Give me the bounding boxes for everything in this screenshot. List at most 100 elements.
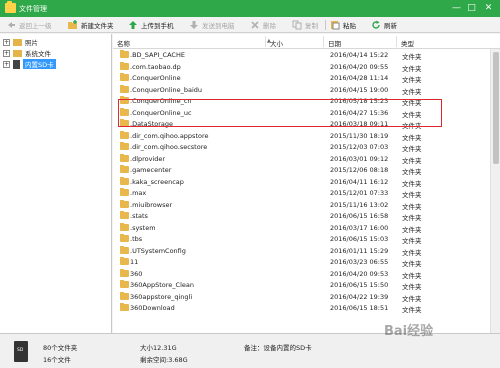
table-row[interactable]: .max 2015/12/01 07:33 文件夹 — [113, 187, 500, 199]
file-date: 2016/04/27 15:36 — [330, 108, 389, 117]
column-divider[interactable] — [265, 36, 266, 47]
scrollbar-thumb[interactable] — [493, 52, 499, 164]
sd-card-icon — [13, 59, 20, 69]
file-type: 文件夹 — [402, 110, 422, 119]
file-name: .DataStorage — [130, 120, 174, 128]
folder-icon — [120, 280, 129, 288]
file-type: 文件夹 — [402, 179, 422, 188]
folder-icon — [120, 165, 129, 173]
folder-icon — [120, 130, 129, 139]
sd-card-icon — [14, 341, 28, 362]
file-type: 文件夹 — [402, 191, 422, 199]
upload-to-phone-button[interactable]: 上传到手机 — [128, 19, 174, 31]
title-bar: 文件管理 — □ ✕ — [0, 0, 500, 17]
copy-button[interactable]: 复制 — [292, 19, 318, 31]
file-type: 文件夹 — [402, 237, 422, 245]
column-type[interactable]: 类型 — [401, 38, 414, 48]
paste-button[interactable]: 粘贴 — [330, 19, 356, 31]
table-row[interactable]: .tbs 2016/06/15 15:03 文件夹 — [113, 233, 500, 245]
expand-icon[interactable]: + — [3, 38, 10, 46]
file-type: 文件夹 — [402, 283, 422, 291]
table-row[interactable]: .system 2016/03/17 16:00 文件夹 — [113, 222, 500, 234]
back-button[interactable]: 返回上一级 — [6, 19, 52, 31]
table-row[interactable]: .UTSystemConfig 2016/01/11 15:29 文件夹 — [113, 245, 500, 257]
file-type: 文件夹 — [402, 260, 422, 268]
column-divider[interactable] — [396, 36, 397, 47]
file-type: 文件夹 — [402, 99, 422, 107]
paste-icon — [330, 20, 340, 30]
toolbar-divider — [325, 20, 326, 30]
table-row[interactable]: .stats 2016/06/15 16:58 文件夹 — [113, 210, 500, 222]
copy-icon — [292, 20, 302, 30]
folder-icon — [120, 245, 129, 254]
table-row[interactable]: .ConquerOnline_uc 2016/04/27 15:36 文件夹 — [113, 107, 500, 119]
file-list: 名称 ▲ 大小 日期 类型 .BD_SAPI_CACHE 2016/04/14 1… — [113, 34, 500, 333]
table-row[interactable]: 360appstore_qingli 2016/04/22 19:39 文件夹 — [113, 291, 500, 303]
table-row[interactable]: 360Download 2016/06/15 18:51 文件夹 — [113, 302, 500, 314]
copy-label: 复制 — [305, 22, 318, 30]
table-row[interactable]: .kaka_screencap 2016/04/11 16:12 文件夹 — [113, 176, 500, 188]
expand-icon[interactable]: + — [3, 60, 10, 68]
back-arrow-icon — [6, 20, 16, 30]
column-header-row: 名称 ▲ 大小 日期 类型 — [113, 34, 500, 49]
table-row[interactable]: .BD_SAPI_CACHE 2016/04/14 15:22 文件夹 — [113, 49, 500, 61]
table-row[interactable]: .ConquerOnline_cn 2016/05/18 15:23 文件夹 — [113, 95, 500, 107]
expand-icon[interactable]: + — [3, 49, 10, 57]
table-row[interactable]: .miuibrowser 2015/11/16 13:02 文件夹 — [113, 199, 500, 211]
send-to-pc-button[interactable]: 发送到电脑 — [189, 19, 235, 31]
table-row[interactable]: 11 2016/03/23 06:55 文件夹 — [113, 256, 500, 268]
refresh-icon — [371, 20, 381, 30]
table-row[interactable]: .dir_com.qihoo.appstore 2015/11/30 18:19 文… — [113, 130, 500, 142]
folder-icon — [120, 211, 129, 219]
folder-count: 80个文件夹 — [43, 344, 78, 352]
minimize-button[interactable]: — — [451, 3, 462, 14]
file-type: 文件夹 — [402, 122, 422, 130]
file-name: 11 — [130, 258, 139, 266]
delete-button[interactable]: 删除 — [250, 19, 276, 31]
table-row[interactable]: .ConquerOnline_baidu 2016/04/15 19:00 文件夹 — [113, 84, 500, 96]
file-date: 2015/12/01 07:33 — [330, 189, 389, 197]
tree-item-system-files[interactable]: + 系统文件 — [3, 48, 51, 58]
file-type: 文件夹 — [402, 156, 422, 165]
tree-item-internal-sd[interactable]: + 内置SD卡 — [3, 59, 56, 69]
window-title: 文件管理 — [19, 5, 47, 13]
file-type: 文件夹 — [402, 53, 422, 61]
new-folder-icon — [68, 20, 78, 30]
file-date: 2016/06/15 15:50 — [330, 281, 389, 289]
refresh-label: 刷新 — [384, 22, 397, 30]
close-button[interactable]: ✕ — [483, 3, 494, 14]
back-label: 返回上一级 — [19, 22, 52, 30]
table-row[interactable]: .dlprovider 2016/03/01 09:12 文件夹 — [113, 153, 500, 165]
file-rows: .BD_SAPI_CACHE 2016/04/14 15:22 文件夹 .com.ta… — [113, 49, 500, 314]
free-space: 剩余空间:3.68G — [140, 356, 188, 364]
file-type: 文件夹 — [402, 87, 422, 96]
column-divider[interactable] — [323, 36, 324, 47]
table-row[interactable]: .dir_com.qihoo.secstore 2015/12/03 07:03 文… — [113, 141, 500, 153]
column-name[interactable]: 名称 — [117, 38, 130, 48]
table-row[interactable]: .gamecenter 2015/12/06 08:18 文件夹 — [113, 164, 500, 176]
file-type: 文件夹 — [402, 306, 422, 314]
refresh-button[interactable]: 刷新 — [371, 19, 397, 31]
file-date: 2015/11/30 18:19 — [330, 131, 389, 140]
table-row[interactable]: 360 2016/04/20 09:53 文件夹 — [113, 268, 500, 280]
table-row[interactable]: .ConquerOnline 2016/04/28 11:14 文件夹 — [113, 72, 500, 84]
file-date: 2016/03/23 06:55 — [330, 258, 389, 266]
new-folder-button[interactable]: 新建文件夹 — [68, 19, 114, 31]
maximize-button[interactable]: □ — [466, 3, 477, 14]
table-row[interactable]: .com.taobao.dp 2016/04/20 09:55 文件夹 — [113, 61, 500, 73]
tree-item-photos[interactable]: + 照片 — [3, 37, 38, 47]
file-name: .stats — [130, 212, 148, 220]
file-name: .com.taobao.dp — [130, 62, 181, 71]
column-size[interactable]: 大小 — [270, 38, 283, 48]
table-row[interactable]: 360AppStore_Clean 2016/06/15 15:50 文件夹 — [113, 279, 500, 291]
upload-label: 上传到手机 — [141, 22, 174, 30]
vertical-scrollbar[interactable] — [490, 49, 500, 333]
tree-item-label: 内置SD卡 — [23, 59, 56, 69]
file-name: 360Download — [130, 304, 175, 312]
table-row[interactable]: .DataStorage 2016/03/18 09:11 文件夹 — [113, 118, 500, 130]
column-date[interactable]: 日期 — [328, 38, 341, 48]
file-name: .UTSystemConfig — [130, 246, 186, 255]
file-name: 360appstore_qingli — [130, 292, 193, 301]
file-name: .ConquerOnline_baidu — [130, 85, 202, 94]
upload-icon — [128, 20, 138, 30]
